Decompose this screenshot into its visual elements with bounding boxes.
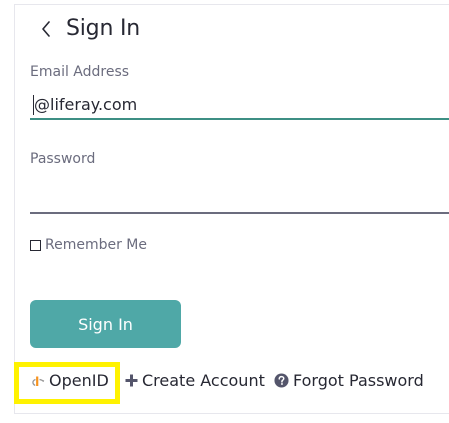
checkbox-box[interactable] (30, 239, 41, 251)
openid-label: OpenID (49, 371, 109, 390)
email-field[interactable] (30, 90, 449, 120)
create-account-label: Create Account (142, 371, 265, 390)
remember-me-checkbox[interactable]: Remember Me (30, 237, 147, 253)
openid-link[interactable]: OpenID (31, 371, 109, 390)
text-caret (33, 95, 34, 115)
sign-in-button[interactable]: Sign In (30, 300, 181, 348)
openid-icon (31, 375, 45, 387)
password-label: Password (30, 151, 96, 167)
forgot-password-label: Forgot Password (293, 371, 424, 390)
email-label: Email Address (30, 64, 130, 80)
page-title: Sign In (66, 16, 141, 41)
plus-icon (125, 374, 138, 387)
password-field[interactable] (30, 182, 449, 214)
remember-me-label: Remember Me (45, 237, 147, 253)
chevron-left-icon (41, 21, 51, 41)
create-account-link[interactable]: Create Account (125, 371, 265, 390)
forgot-password-link[interactable]: Forgot Password (274, 371, 424, 390)
back-button[interactable] (38, 21, 54, 41)
question-circle-icon (274, 373, 289, 388)
